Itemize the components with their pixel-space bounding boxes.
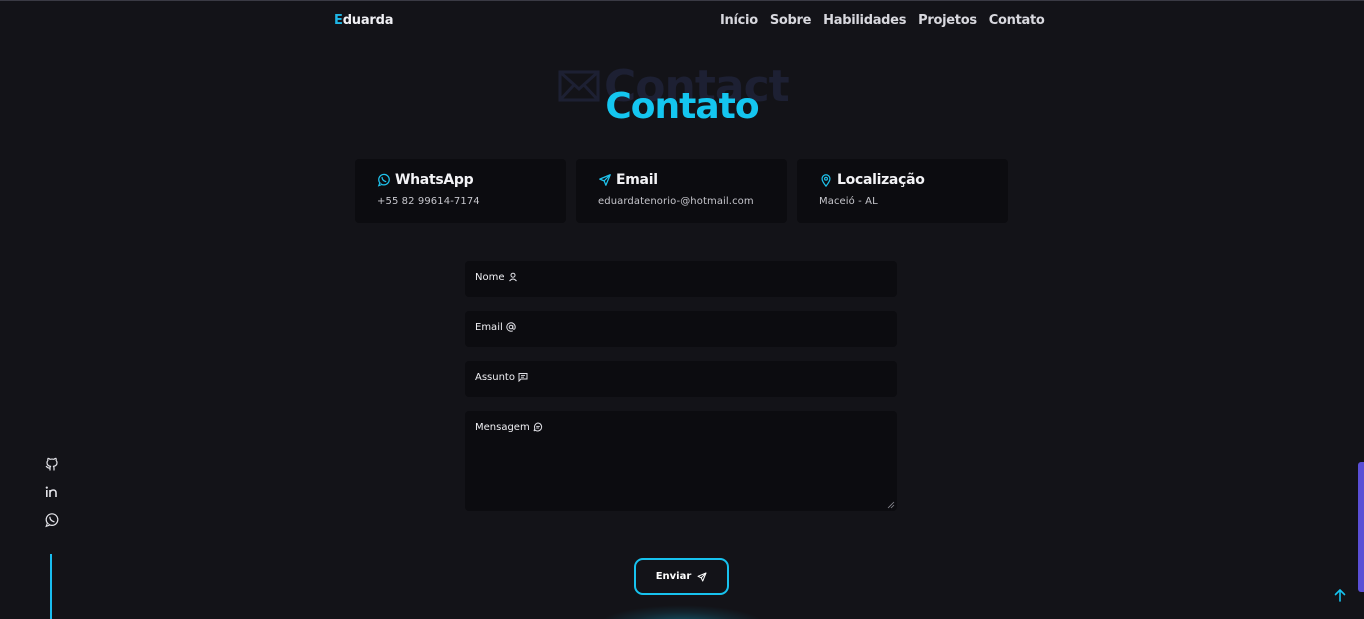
send-icon bbox=[697, 572, 707, 581]
top-border bbox=[0, 0, 1364, 1]
nav-link-projetos[interactable]: Projetos bbox=[918, 13, 977, 28]
card-title: Localização bbox=[837, 172, 925, 188]
message-textarea[interactable]: Mensagem bbox=[465, 411, 897, 511]
subject-field[interactable]: Assunto bbox=[465, 361, 897, 397]
logo-text: duarda bbox=[342, 13, 394, 28]
email-field[interactable]: Email bbox=[465, 311, 897, 347]
subject-field-label: Assunto bbox=[475, 372, 515, 383]
name-field[interactable]: Nome bbox=[465, 261, 897, 297]
nav-link-contato[interactable]: Contato bbox=[989, 13, 1045, 28]
whatsapp-card[interactable]: WhatsApp +55 82 99614-7174 bbox=[355, 159, 566, 223]
nav-link-habilidades[interactable]: Habilidades bbox=[823, 13, 906, 28]
email-field-label: Email bbox=[475, 322, 503, 333]
card-value: eduardatenorio-@hotmail.com bbox=[598, 196, 754, 207]
logo-initial: E bbox=[334, 13, 343, 28]
card-value: +55 82 99614-7174 bbox=[377, 196, 480, 207]
at-sign-icon bbox=[506, 322, 516, 332]
email-card[interactable]: Email eduardatenorio-@hotmail.com bbox=[576, 159, 787, 223]
button-glow bbox=[598, 605, 766, 619]
message-field-label: Mensagem bbox=[475, 422, 530, 433]
social-divider-line bbox=[50, 554, 52, 619]
user-icon bbox=[508, 272, 517, 282]
nav-link-sobre[interactable]: Sobre bbox=[770, 13, 812, 28]
card-value: Maceió - AL bbox=[819, 196, 878, 207]
location-card[interactable]: Localização Maceió - AL bbox=[797, 159, 1008, 223]
location-pin-icon bbox=[821, 174, 831, 187]
message-square-icon bbox=[518, 373, 528, 382]
submit-button[interactable]: Enviar bbox=[634, 558, 729, 595]
arrow-up-icon[interactable] bbox=[1332, 587, 1348, 603]
scrollbar-thumb[interactable] bbox=[1358, 462, 1364, 592]
resize-handle-icon[interactable] bbox=[887, 501, 895, 509]
send-icon bbox=[599, 174, 611, 186]
submit-button-label: Enviar bbox=[655, 571, 692, 582]
chat-bubble-icon bbox=[533, 422, 542, 432]
main-nav: Início Sobre Habilidades Projetos Contat… bbox=[720, 13, 1045, 28]
logo[interactable]: Eduarda bbox=[334, 13, 394, 28]
whatsapp-icon bbox=[377, 173, 390, 187]
card-title: WhatsApp bbox=[395, 172, 474, 188]
name-field-label: Nome bbox=[475, 272, 505, 283]
section-title: Contato bbox=[605, 86, 759, 127]
github-icon[interactable] bbox=[44, 456, 60, 472]
linkedin-icon[interactable] bbox=[44, 484, 60, 500]
card-title: Email bbox=[616, 172, 658, 188]
contact-info-cards: WhatsApp +55 82 99614-7174 Email eduarda… bbox=[355, 159, 1008, 223]
whatsapp-icon[interactable] bbox=[44, 512, 60, 528]
nav-link-inicio[interactable]: Início bbox=[720, 13, 758, 28]
social-links bbox=[44, 456, 60, 528]
